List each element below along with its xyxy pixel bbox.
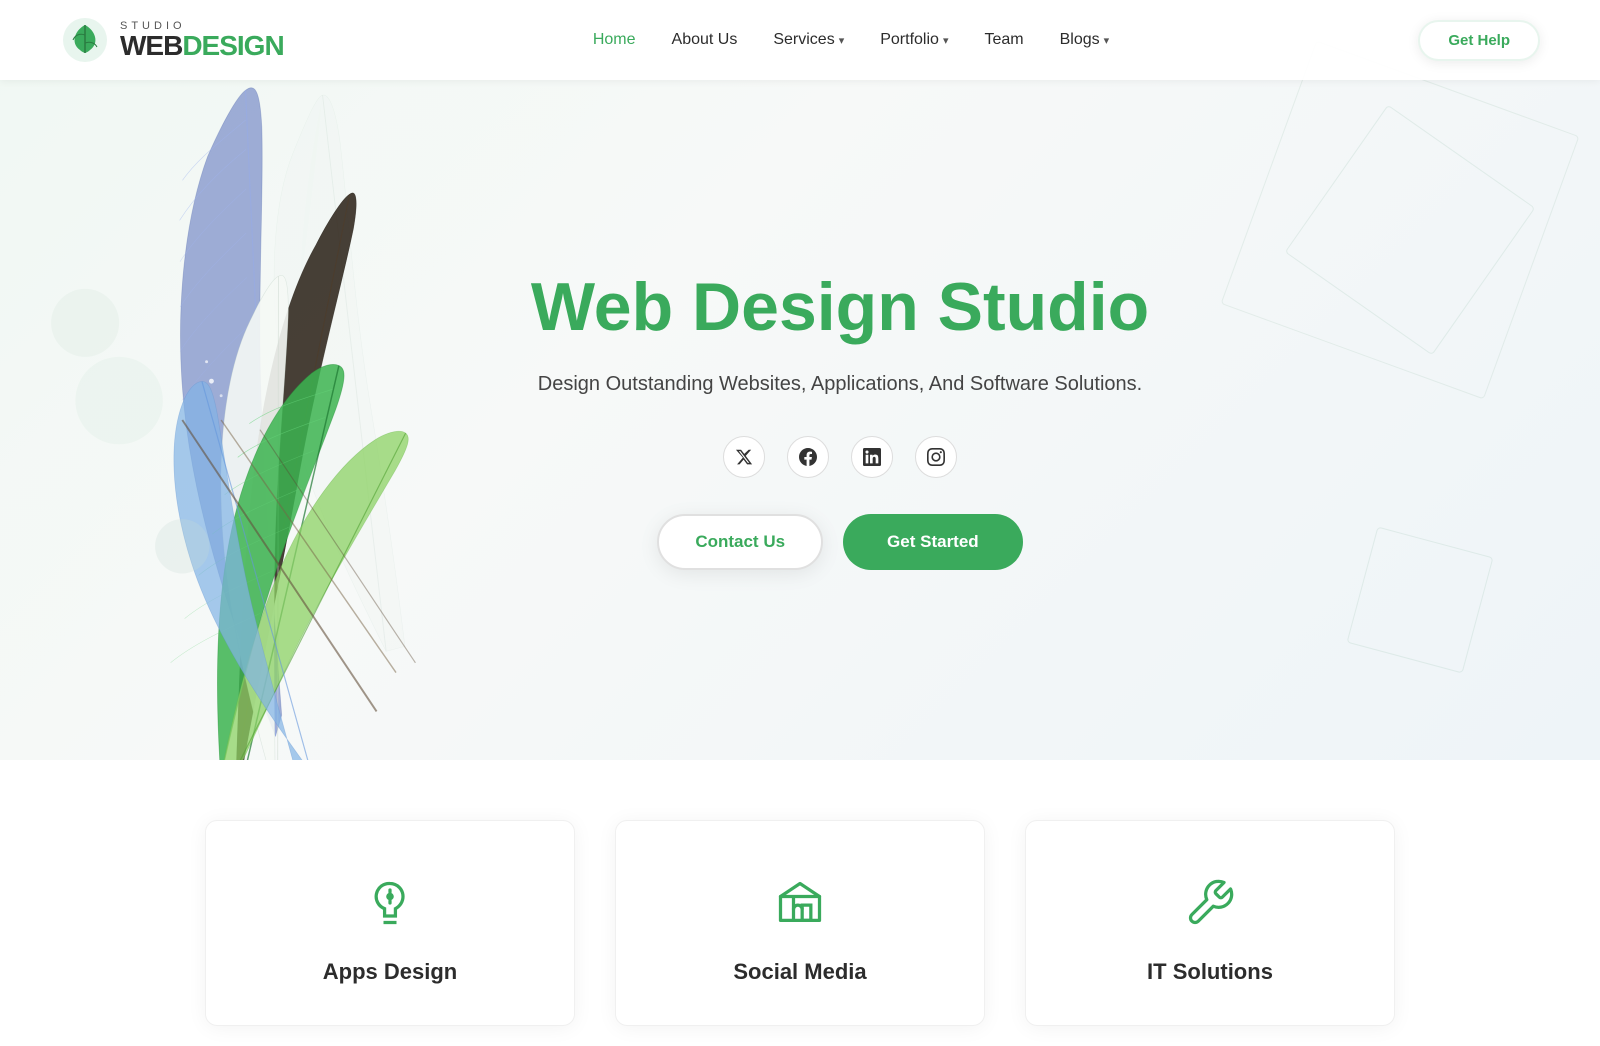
service-card-social-media: Social Media xyxy=(615,820,985,1026)
deco-circle-2 xyxy=(155,519,209,573)
contact-us-button[interactable]: Contact Us xyxy=(657,514,823,570)
get-help-button[interactable]: Get Help xyxy=(1418,20,1540,61)
nav-item-portfolio[interactable]: Portfolio ▾ xyxy=(880,31,948,49)
megaphone-icon xyxy=(768,871,832,935)
portfolio-dropdown-icon: ▾ xyxy=(943,34,949,47)
feathers-illustration xyxy=(0,80,520,760)
hero-content: Web Design Studio Design Outstanding Web… xyxy=(531,270,1149,571)
deco-circle-3 xyxy=(51,289,119,357)
lightbulb-icon xyxy=(358,871,422,935)
twitter-icon[interactable] xyxy=(723,436,765,478)
deco-circle-1 xyxy=(75,357,162,444)
hero-section: Web Design Studio Design Outstanding Web… xyxy=(0,0,1600,760)
blogs-dropdown-icon: ▾ xyxy=(1104,34,1110,47)
nav-item-about[interactable]: About Us xyxy=(672,31,738,49)
nav-item-blogs[interactable]: Blogs ▾ xyxy=(1060,31,1110,49)
hero-buttons: Contact Us Get Started xyxy=(531,514,1149,570)
instagram-icon[interactable] xyxy=(915,436,957,478)
hero-title: Web Design Studio xyxy=(531,270,1149,345)
nav-links: Home About Us Services ▾ Portfolio ▾ Tea… xyxy=(593,31,1109,49)
logo-icon xyxy=(60,15,110,65)
navbar: STUDIO WEBDESIGN Home About Us Services … xyxy=(0,0,1600,80)
nav-item-services[interactable]: Services ▾ xyxy=(773,31,844,49)
service-title-apps: Apps Design xyxy=(236,959,544,985)
linkedin-icon[interactable] xyxy=(851,436,893,478)
hero-decoration-3 xyxy=(1347,527,1494,674)
social-icons-row xyxy=(531,436,1149,478)
service-card-it-solutions: IT Solutions xyxy=(1025,820,1395,1026)
wrench-icon xyxy=(1178,871,1242,935)
services-dropdown-icon: ▾ xyxy=(839,34,845,47)
get-started-button[interactable]: Get Started xyxy=(843,514,1023,570)
logo-brand-text: WEBDESIGN xyxy=(120,32,284,60)
nav-item-home[interactable]: Home xyxy=(593,31,636,49)
facebook-icon[interactable] xyxy=(787,436,829,478)
hero-subtitle: Design Outstanding Websites, Application… xyxy=(531,368,1149,400)
service-title-social: Social Media xyxy=(646,959,954,985)
services-section: Apps Design Social Media IT Solutions xyxy=(0,760,1600,1046)
logo[interactable]: STUDIO WEBDESIGN xyxy=(60,15,284,65)
service-card-apps-design: Apps Design xyxy=(205,820,575,1026)
nav-item-team[interactable]: Team xyxy=(984,31,1023,49)
service-title-it: IT Solutions xyxy=(1056,959,1364,985)
